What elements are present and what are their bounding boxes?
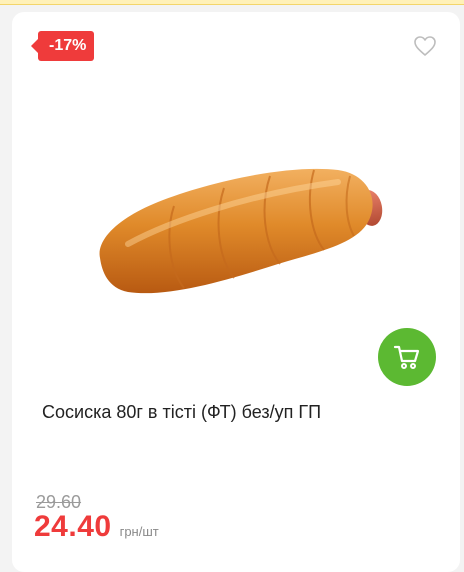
discount-badge: -17% (30, 31, 95, 61)
price-row: 24.40 грн/шт (34, 510, 159, 544)
current-price: 24.40 (34, 510, 112, 543)
product-image[interactable] (88, 160, 388, 310)
product-title[interactable]: Сосиска 80г в тісті (ФТ) без/уп ГП (42, 402, 321, 423)
top-accent-bar (0, 0, 464, 5)
add-to-cart-button[interactable] (378, 328, 436, 386)
favorite-heart-icon[interactable] (413, 35, 437, 57)
price-unit: грн/шт (119, 524, 159, 539)
shopping-cart-icon (393, 345, 420, 369)
